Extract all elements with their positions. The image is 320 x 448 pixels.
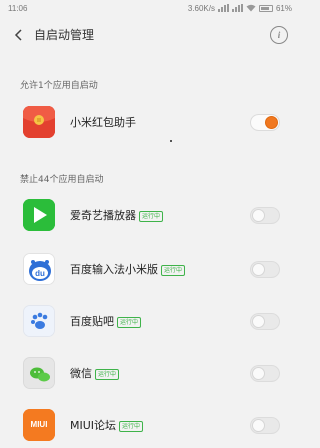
baidu-input-icon: du: [23, 253, 55, 285]
decorative-dot: [170, 140, 172, 142]
autostart-toggle[interactable]: [250, 207, 280, 224]
toggle-knob: [252, 367, 265, 380]
app-row-baidu-input[interactable]: du 百度输入法小米版 运行中: [0, 246, 300, 292]
autostart-toggle[interactable]: [250, 114, 280, 131]
autostart-toggle[interactable]: [250, 313, 280, 330]
app-row-wechat[interactable]: 微信 运行中: [0, 350, 300, 396]
network-speed: 3.60K/s: [187, 3, 215, 13]
wifi-icon: [246, 4, 256, 12]
svg-text:du: du: [35, 269, 45, 278]
baidu-tieba-paw-icon: [23, 305, 55, 337]
running-badge: 运行中: [119, 421, 144, 432]
app-name-text: 百度输入法小米版: [70, 263, 158, 276]
app-row-baidu-tieba[interactable]: 百度贴吧 运行中: [0, 298, 300, 344]
toggle-knob: [252, 315, 265, 328]
status-bar: 11:06 3.60K/s 61%: [0, 0, 300, 16]
svg-text:MIUI: MIUI: [31, 420, 48, 429]
app-row-iqiyi[interactable]: 爱奇艺播放器 运行中: [0, 192, 300, 238]
app-name: 百度输入法小米版 运行中: [70, 261, 186, 277]
running-badge: 运行中: [161, 265, 186, 276]
toggle-knob: [252, 209, 265, 222]
toggle-knob: [252, 263, 265, 276]
running-badge: 运行中: [139, 211, 164, 222]
section-header-allowed: 允许1个应用自启动: [20, 81, 98, 91]
app-row-xiaomi-redpacket[interactable]: 小米红包助手: [0, 99, 300, 145]
app-name: 小米红包助手: [70, 116, 136, 129]
title-bar: 自启动管理 i: [0, 16, 300, 54]
running-badge: 运行中: [117, 317, 142, 328]
app-name-text: 爱奇艺播放器: [70, 209, 136, 222]
app-name: 百度贴吧 运行中: [70, 313, 142, 329]
info-icon[interactable]: i: [270, 26, 288, 44]
iqiyi-play-icon: [23, 199, 55, 231]
signal-icon-2: [231, 4, 243, 12]
wechat-icon: [23, 357, 55, 389]
app-row-miui-forum[interactable]: MIUI MIUI论坛 运行中: [0, 402, 300, 448]
status-time: 11:06: [8, 3, 28, 13]
battery-percent: 61%: [275, 3, 292, 13]
miui-forum-icon: MIUI: [23, 409, 55, 441]
red-envelope-icon: [23, 106, 55, 138]
autostart-toggle[interactable]: [250, 365, 280, 382]
app-name: 爱奇艺播放器 运行中: [70, 207, 164, 223]
page-title: 自启动管理: [34, 28, 95, 42]
toggle-knob: [265, 116, 278, 129]
back-arrow-icon[interactable]: [12, 28, 26, 42]
app-name: MIUI论坛 运行中: [70, 417, 144, 433]
status-indicators: 3.60K/s 61%: [188, 4, 292, 13]
signal-icon: [217, 4, 229, 12]
battery-icon: [258, 4, 273, 12]
section-header-blocked: 禁止44个应用自启动: [20, 175, 104, 185]
app-name-text: 微信: [70, 367, 92, 380]
autostart-toggle[interactable]: [250, 261, 280, 278]
app-name-text: 百度贴吧: [70, 315, 114, 328]
app-name: 微信 运行中: [70, 365, 120, 381]
running-badge: 运行中: [95, 369, 120, 380]
